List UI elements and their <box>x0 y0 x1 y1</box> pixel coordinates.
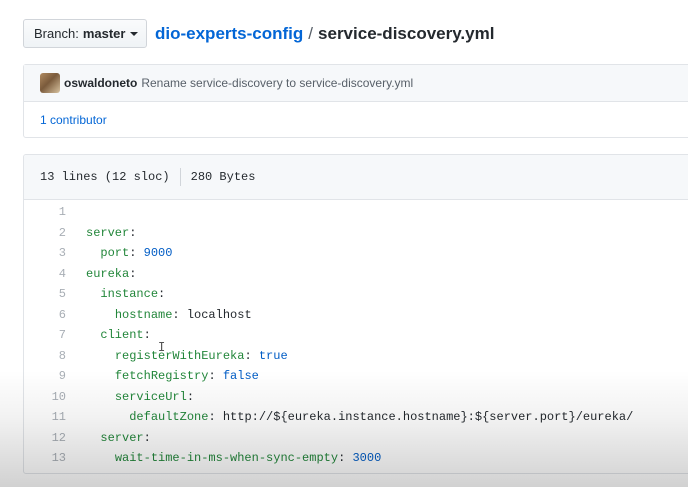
code-line: 4 eureka: <box>24 264 688 285</box>
yaml-value: localhost <box>186 307 252 322</box>
breadcrumb: dio-experts-config / service-discovery.yml <box>155 22 494 46</box>
yaml-key: instance <box>100 287 159 302</box>
code-text: hostname: localhost <box>114 307 252 322</box>
yaml-key: server <box>86 225 130 240</box>
yaml-key: hostname <box>114 307 173 322</box>
file-line-count: 13 lines (12 sloc) <box>40 170 170 184</box>
yaml-key: server <box>100 430 144 445</box>
code-line: 5 instance: <box>24 284 688 305</box>
code-text: eureka: <box>86 266 137 281</box>
line-number[interactable]: 7 <box>24 328 66 342</box>
branch-prefix: Branch: <box>34 26 79 41</box>
line-number[interactable]: 6 <box>24 308 66 322</box>
code-line: 12 server: <box>24 428 688 449</box>
code-text: server: <box>100 430 151 445</box>
line-number[interactable]: 10 <box>24 390 66 404</box>
code-line: 6 hostname: localhost <box>24 305 688 326</box>
code-area[interactable]: 1 2 server: 3 port: 9000 4 eureka: 5 instance:… <box>24 200 688 469</box>
yaml-key: eureka <box>86 266 130 281</box>
breadcrumb-file-name: service-discovery.yml <box>318 24 495 43</box>
file-header-divider <box>179 168 181 186</box>
code-text: serviceUrl: <box>114 389 195 404</box>
line-number[interactable]: 2 <box>24 226 66 240</box>
yaml-key: wait-time-in-ms-when-sync-empty <box>114 451 339 466</box>
file-size: 280 Bytes <box>190 170 256 184</box>
line-number[interactable]: 11 <box>24 410 66 424</box>
latest-commit: oswaldoneto Rename service-discovery to … <box>24 65 688 102</box>
code-line: 7 client: <box>24 325 688 346</box>
yaml-value: true <box>258 348 288 363</box>
line-number[interactable]: 9 <box>24 369 66 383</box>
line-number[interactable]: 1 <box>24 205 66 219</box>
line-number[interactable]: 5 <box>24 287 66 301</box>
file-header: 13 lines (12 sloc) 280 Bytes <box>24 155 688 200</box>
code-text: port: 9000 <box>100 246 173 261</box>
code-line: 2 server: <box>24 223 688 244</box>
yaml-key: serviceUrl <box>114 389 187 404</box>
text-cursor-icon: I <box>158 340 166 354</box>
commit-info-box: oswaldoneto Rename service-discovery to … <box>23 64 688 138</box>
yaml-key: client <box>100 328 144 343</box>
commit-author-link[interactable]: oswaldoneto <box>64 76 137 90</box>
caret-down-icon <box>130 31 139 36</box>
code-line: 1 <box>24 202 688 223</box>
yaml-value: 9000 <box>143 246 173 261</box>
code-text: defaultZone: http://${eureka.instance.ho… <box>129 410 634 425</box>
code-text: instance: <box>100 287 166 302</box>
yaml-key: defaultZone <box>129 410 209 425</box>
code-line: 9 fetchRegistry: false <box>24 366 688 387</box>
line-number[interactable]: 8 <box>24 349 66 363</box>
branch-select-button[interactable]: Branch: master <box>23 19 147 48</box>
yaml-key: port <box>100 246 130 261</box>
yaml-key: registerWithEureka <box>114 348 245 363</box>
code-line: 13 wait-time-in-ms-when-sync-empty: 3000 <box>24 448 688 469</box>
breadcrumb-separator: / <box>308 24 314 43</box>
code-line: 3 port: 9000 <box>24 243 688 264</box>
file-viewer: 13 lines (12 sloc) 280 Bytes 1 2 server: 3 … <box>23 154 688 474</box>
code-text: server: <box>86 225 137 240</box>
contributors-link[interactable]: 1 contributor <box>40 113 107 127</box>
commit-message-link[interactable]: Rename service-discovery to service-disc… <box>141 76 413 90</box>
code-text: registerWithEureka: true <box>114 348 288 363</box>
code-line: 11 defaultZone: http://${eureka.instance… <box>24 407 688 428</box>
yaml-value: 3000 <box>352 451 382 466</box>
line-number[interactable]: 4 <box>24 267 66 281</box>
yaml-value: http://${eureka.instance.hostname}:${ser… <box>222 410 634 425</box>
code-line: 10 serviceUrl: <box>24 387 688 408</box>
line-number[interactable]: 3 <box>24 246 66 260</box>
line-number[interactable]: 12 <box>24 431 66 445</box>
code-text: client: <box>100 328 151 343</box>
branch-name: master <box>82 26 126 41</box>
author-avatar[interactable] <box>40 73 60 93</box>
line-number[interactable]: 13 <box>24 451 66 465</box>
code-text: wait-time-in-ms-when-sync-empty: 3000 <box>114 451 382 466</box>
yaml-key: fetchRegistry <box>114 369 209 384</box>
yaml-value: false <box>222 369 259 384</box>
code-line: 8 registerWithEureka: true <box>24 346 688 367</box>
code-text: fetchRegistry: false <box>114 369 259 384</box>
breadcrumb-repo-link[interactable]: dio-experts-config <box>155 24 303 43</box>
